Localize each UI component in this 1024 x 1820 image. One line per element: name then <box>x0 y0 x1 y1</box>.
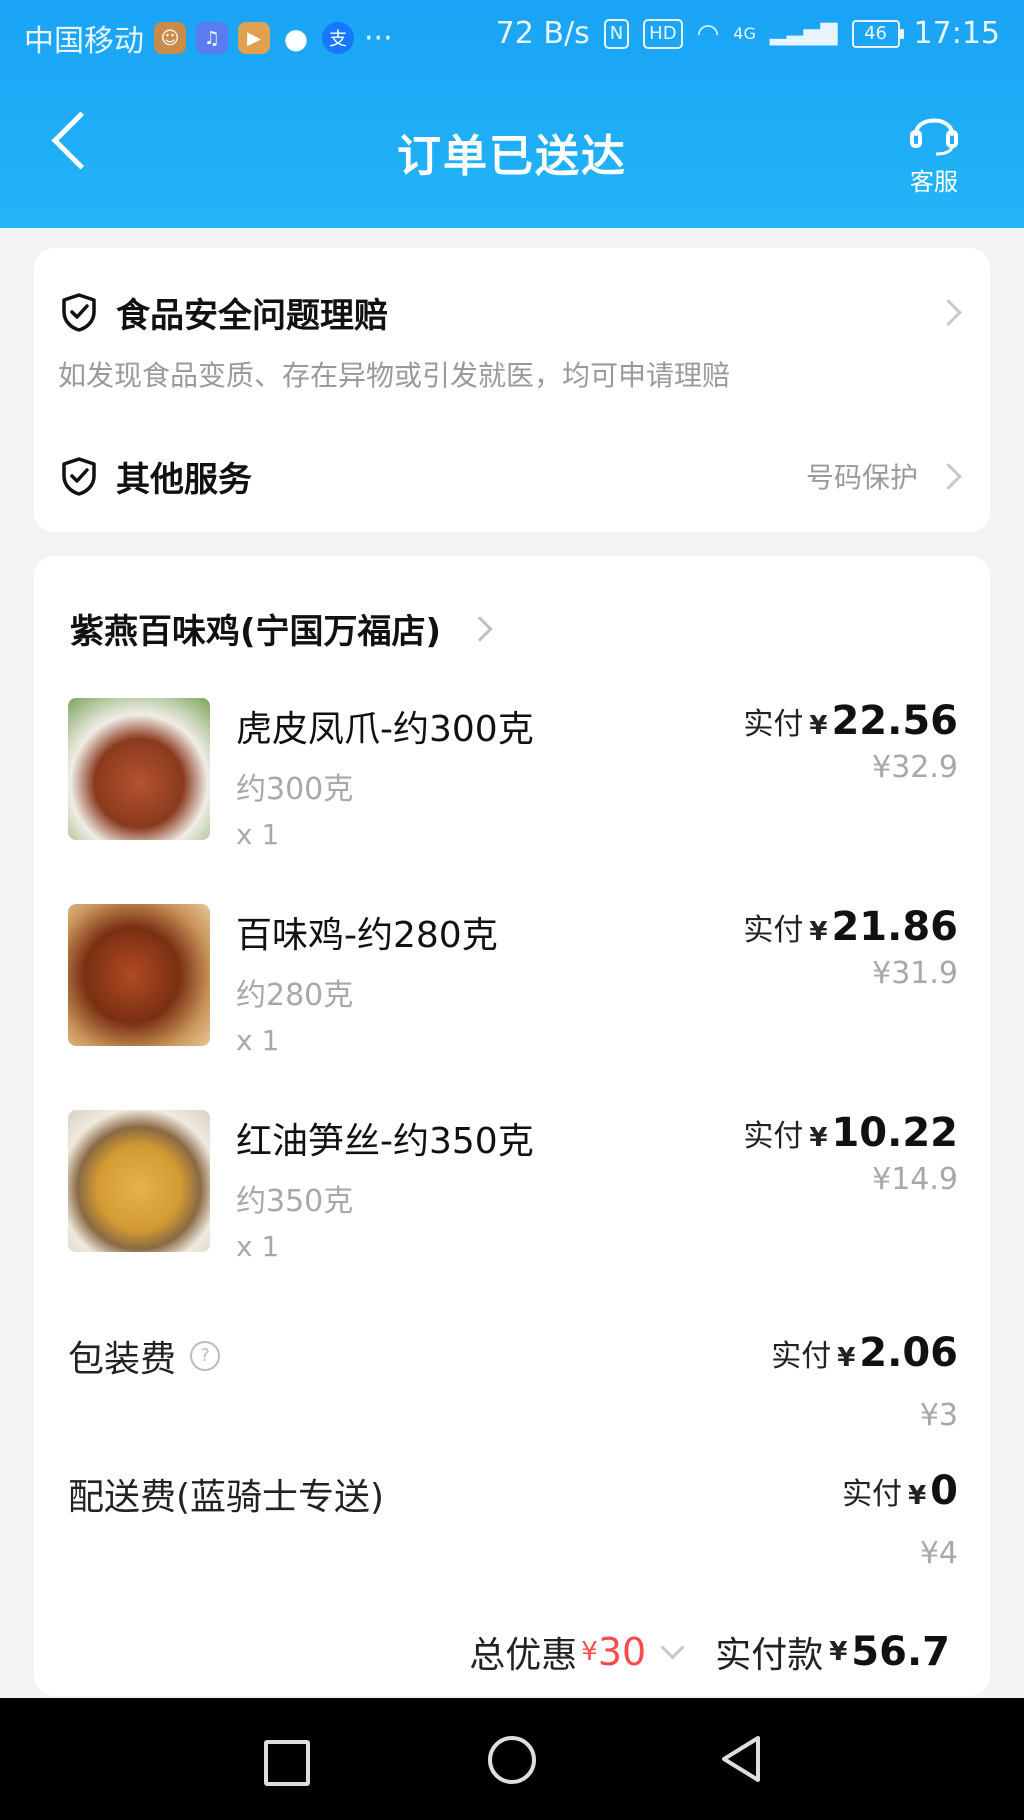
video-notification-icon: ▶ <box>238 22 270 54</box>
chevron-right-icon <box>935 462 962 490</box>
item-price: 实付 ¥10.22 ¥14.9 <box>743 1110 958 1197</box>
discount-amount: 30 <box>597 1630 647 1674</box>
customer-service-label: 客服 <box>910 168 958 196</box>
item-price: 实付 ¥21.86 ¥31.9 <box>743 904 958 991</box>
page-title: 订单已送达 <box>397 131 627 182</box>
currency-symbol: ¥ <box>581 1637 598 1667</box>
nfc-icon: N <box>603 18 630 49</box>
customer-service-button[interactable]: 客服 <box>894 108 974 197</box>
item-spec: 约350克 <box>236 1184 354 1219</box>
item-name: 百味鸡-约280克 <box>236 915 498 956</box>
shield-check-icon <box>62 293 96 332</box>
order-item[interactable]: 百味鸡-约280克 约280克 x 1 实付 ¥21.86 ¥31.9 <box>68 904 958 1074</box>
number-protection-label: 号码保护 <box>805 461 918 494</box>
shop-name: 紫燕百味鸡(宁国万福店) <box>70 612 442 652</box>
paid-amount: 10.22 <box>831 1110 958 1156</box>
other-services-title: 其他服务 <box>116 459 252 500</box>
original-price: ¥31.9 <box>872 956 958 991</box>
paid-label: 实付 <box>842 1477 903 1512</box>
original-price: ¥4 <box>919 1536 958 1571</box>
original-price: ¥32.9 <box>872 750 958 785</box>
wifi-icon: ◠ <box>696 18 720 49</box>
back-triangle-button[interactable] <box>718 1734 764 1784</box>
chat-notification-icon: ● <box>283 21 309 55</box>
alipay-notification-icon: 支 <box>322 22 354 54</box>
item-name: 红油笋丝-约350克 <box>236 1121 534 1162</box>
shield-check-icon <box>62 457 96 496</box>
packing-fee-label: 包装费 <box>68 1339 177 1380</box>
carrier-name: 中国移动 <box>24 24 144 59</box>
signal-icon: ▂▃▅▇ <box>769 21 838 46</box>
paid-amount: 2.06 <box>859 1330 958 1376</box>
system-navigation-bar <box>0 1698 1024 1820</box>
total-paid-amount: 56.7 <box>851 1629 950 1675</box>
app-notification-icon: ☺ <box>154 22 186 54</box>
paid-label: 实付 <box>771 1339 832 1374</box>
hd-icon: HD <box>643 18 683 49</box>
original-price: ¥3 <box>919 1398 958 1433</box>
shop-name-link[interactable]: 紫燕百味鸡(宁国万福店) <box>70 604 493 653</box>
service-card: 食品安全问题理赔 如发现食品变质、存在异物或引发就医，均可申请理赔 其他服务 号… <box>34 248 990 532</box>
food-safety-description: 如发现食品变质、存在异物或引发就医，均可申请理赔 <box>58 359 731 392</box>
paid-amount: 0 <box>930 1468 958 1514</box>
more-notifications-icon: ··· <box>364 20 393 56</box>
order-total-row: 总优惠 ¥ 30 实付款 ¥ 56.7 <box>469 1626 950 1678</box>
product-thumbnail <box>68 904 210 1046</box>
order-card: 紫燕百味鸡(宁国万福店) 虎皮凤爪-约300克 约300克 x 1 实付 ¥22.… <box>34 556 990 1696</box>
currency-symbol: ¥ <box>908 1481 927 1511</box>
delivery-fee-row: 配送费(蓝骑士专送) 实付 ¥0 ¥4 <box>68 1468 958 1578</box>
currency-symbol: ¥ <box>829 1637 848 1667</box>
item-name: 虎皮凤爪-约300克 <box>236 709 534 750</box>
home-button[interactable] <box>488 1736 536 1784</box>
item-quantity: x 1 <box>236 1024 280 1057</box>
total-paid-label: 实付款 <box>715 1635 824 1676</box>
item-spec: 约300克 <box>236 772 354 807</box>
currency-symbol: ¥ <box>809 711 828 741</box>
original-price: ¥14.9 <box>872 1162 958 1197</box>
network-speed: 72 B/s <box>495 16 590 51</box>
paid-amount: 21.86 <box>831 904 958 950</box>
music-notification-icon: ♫ <box>196 22 228 54</box>
paid-amount: 22.56 <box>831 698 958 744</box>
headset-icon <box>910 118 958 156</box>
other-services-row[interactable]: 其他服务 号码保护 <box>60 448 962 504</box>
delivery-fee-price: 实付 ¥0 <box>842 1468 958 1514</box>
network-type: 4G <box>733 24 756 43</box>
delivery-fee-label: 配送费(蓝骑士专送) <box>68 1477 385 1518</box>
discount-label: 总优惠 <box>469 1635 578 1676</box>
battery-icon: 46 <box>851 19 904 48</box>
app-header: 中国移动 ☺ ♫ ▶ ● 支 ··· 72 B/s N HD ◠ 4G ▂▃▅▇… <box>0 0 1024 228</box>
paid-label: 实付 <box>743 913 804 948</box>
item-price: 实付 ¥22.56 ¥32.9 <box>743 698 958 785</box>
currency-symbol: ¥ <box>809 917 828 947</box>
product-thumbnail <box>68 1110 210 1252</box>
item-quantity: x 1 <box>236 818 280 851</box>
recent-apps-button[interactable] <box>264 1740 310 1786</box>
packing-fee-price: 实付 ¥2.06 <box>771 1330 958 1376</box>
food-safety-claim-row[interactable]: 食品安全问题理赔 <box>60 284 962 340</box>
currency-symbol: ¥ <box>837 1343 856 1373</box>
chevron-right-icon <box>467 615 493 642</box>
item-quantity: x 1 <box>236 1230 280 1263</box>
help-icon[interactable]: ? <box>190 1341 221 1371</box>
order-item[interactable]: 红油笋丝-约350克 约350克 x 1 实付 ¥10.22 ¥14.9 <box>68 1110 958 1280</box>
chevron-down-icon[interactable] <box>660 1634 685 1660</box>
item-spec: 约280克 <box>236 978 354 1013</box>
status-bar: 中国移动 ☺ ♫ ▶ ● 支 ··· 72 B/s N HD ◠ 4G ▂▃▅▇… <box>0 0 1024 72</box>
clock: 17:15 <box>913 16 1000 51</box>
order-item[interactable]: 虎皮凤爪-约300克 约300克 x 1 实付 ¥22.56 ¥32.9 <box>68 698 958 868</box>
packing-fee-row: 包装费 ? 实付 ¥2.06 ¥3 <box>68 1330 958 1440</box>
currency-symbol: ¥ <box>809 1123 828 1153</box>
paid-label: 实付 <box>743 707 804 742</box>
chevron-right-icon <box>935 298 962 326</box>
product-thumbnail <box>68 698 210 840</box>
paid-label: 实付 <box>743 1119 804 1154</box>
food-safety-title: 食品安全问题理赔 <box>116 295 388 336</box>
